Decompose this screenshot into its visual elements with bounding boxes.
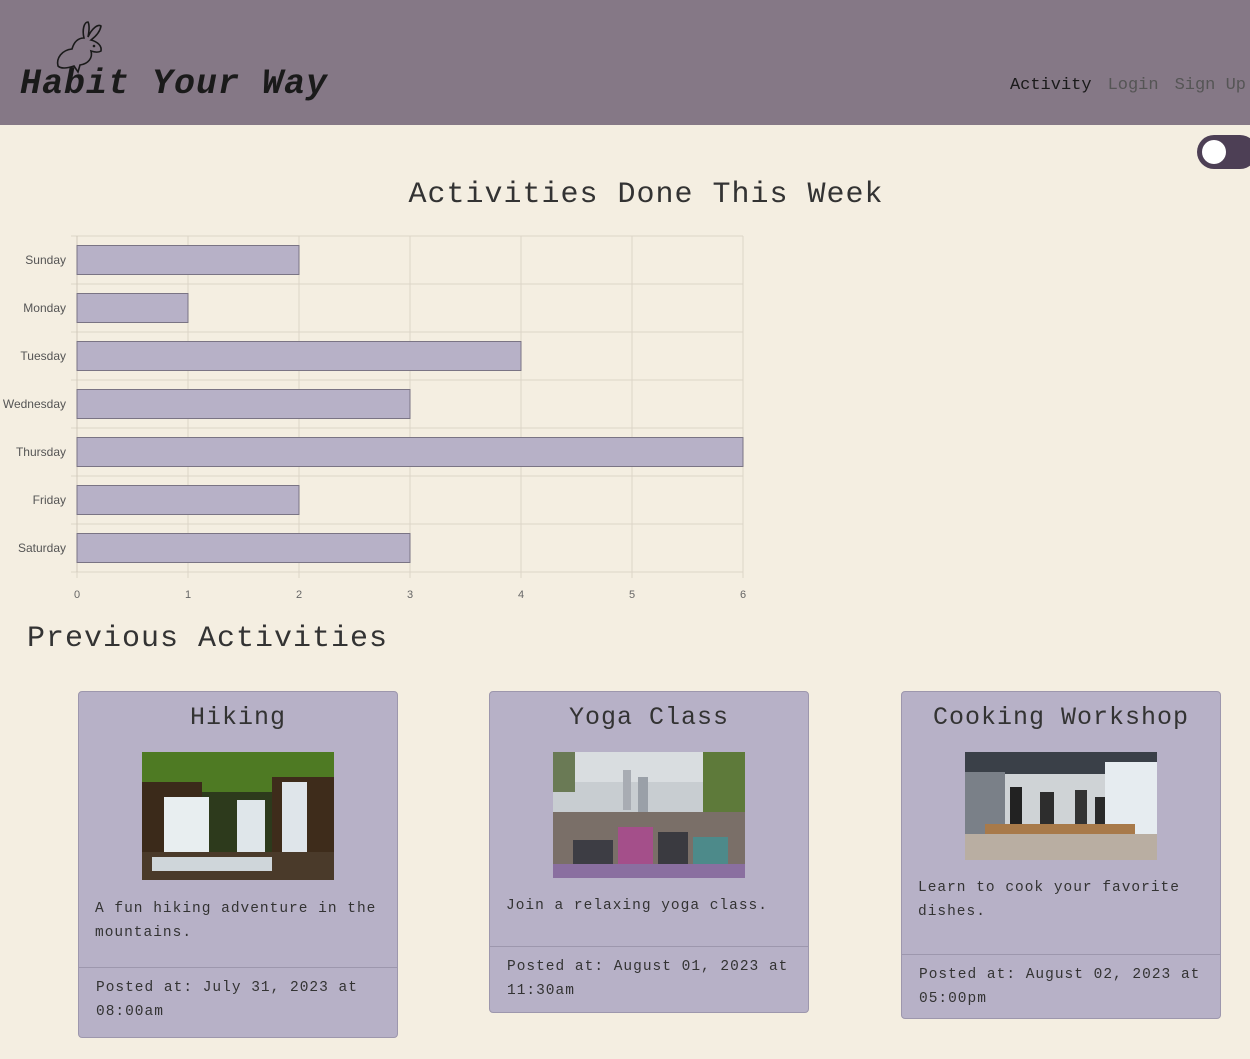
x-tick-label: 1 [185,589,191,601]
card-title: Yoga Class [568,703,730,732]
y-tick-label: Friday [33,493,66,507]
y-tick-label: Monday [23,301,66,315]
activity-card-hiking[interactable]: Hiking A fun hiking adventure in the mou… [78,691,398,1038]
card-footer: Posted at: August 01, 2023 at 11:30am [490,946,808,1011]
x-tick-label: 4 [518,589,524,601]
bar-monday [76,293,189,323]
theme-toggle[interactable] [1197,135,1250,169]
toggle-knob [1202,140,1226,164]
nav-activity[interactable]: Activity [1010,76,1092,95]
x-tick-label: 6 [740,589,746,601]
site-header: Habit Your Way Activity Login Sign Up [0,0,1250,125]
yoga-photo [553,752,745,878]
x-tick-label: 3 [407,589,413,601]
card-footer: Posted at: July 31, 2023 at 08:00am [79,967,397,1032]
card-description: A fun hiking adventure in the mountains. [95,901,377,941]
y-tick-label: Wednesday [3,397,66,411]
bar-thursday [76,437,744,467]
activity-card-yoga[interactable]: Yoga Class Join a relaxing yoga class. P… [489,691,809,1013]
y-tick-label: Sunday [25,253,66,267]
card-footer: Posted at: August 02, 2023 at 05:00pm [902,954,1220,1019]
card-description: Join a relaxing yoga class. [506,898,768,914]
bar-wednesday [76,389,411,419]
bar-sunday [76,245,300,275]
activity-card-cooking[interactable]: Cooking Workshop Learn to cook your favo… [901,691,1221,1019]
nav-signup[interactable]: Sign Up [1175,76,1246,95]
y-tick-label: Saturday [18,541,66,555]
brand-title[interactable]: Habit Your Way [20,64,328,104]
bar-saturday [76,533,411,563]
card-description: Learn to cook your favorite dishes. [918,880,1180,920]
x-tick-label: 0 [74,589,80,601]
chart-title: Activities Done This Week [408,178,884,212]
y-tick-label: Thursday [16,445,66,459]
bar-friday [76,485,300,515]
previous-activities-title: Previous Activities [27,622,389,656]
main-nav: Activity Login Sign Up [1010,76,1246,95]
x-tick-label: 5 [629,589,635,601]
waterfall-photo [142,752,334,880]
cooking-photo [965,752,1157,860]
bar-tuesday [76,341,522,371]
card-title: Cooking Workshop [932,703,1190,732]
y-tick-label: Tuesday [20,349,66,363]
x-tick-label: 2 [296,589,302,601]
nav-login[interactable]: Login [1108,76,1159,95]
card-title: Hiking [189,703,286,732]
activities-bar-chart: 0 1 2 3 4 5 6 Sunday Monday Tuesday Wednesday Thurs… [3,235,746,601]
